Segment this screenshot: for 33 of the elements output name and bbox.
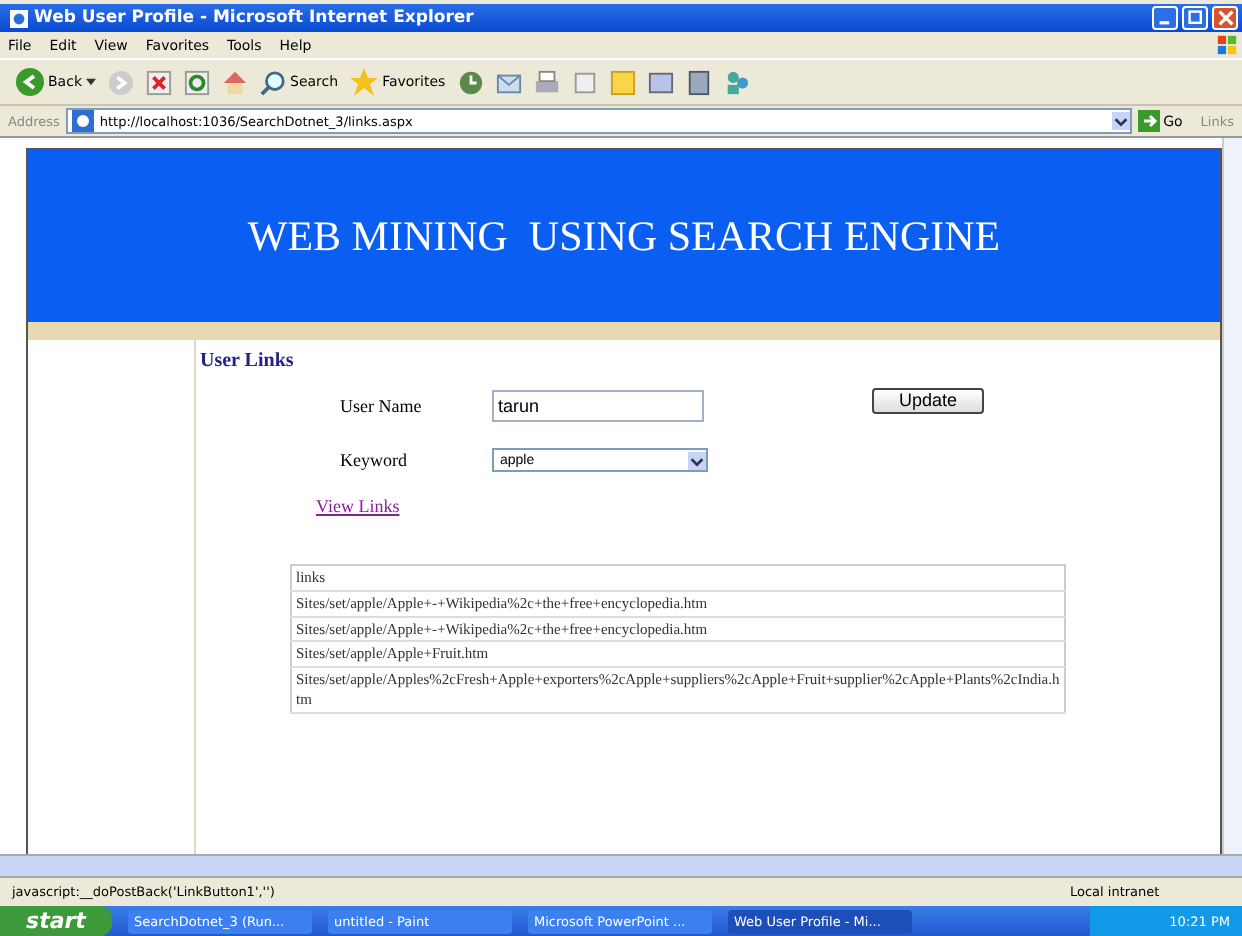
field-label: Keyword [340,450,409,470]
home-icon[interactable] [222,69,248,95]
page-icon [71,110,94,132]
refresh-icon[interactable] [184,69,210,95]
close-icon [1217,10,1233,26]
window-title: Web User Profile - Microsoft Internet Explorer [34,8,474,28]
stop-icon[interactable] [146,69,172,95]
update-button[interactable]: Update [872,387,984,413]
search-icon [260,69,286,95]
star-icon [350,68,379,96]
close-button[interactable] [1212,6,1238,30]
maximize-icon [1187,10,1203,26]
go-arrow-icon [1137,110,1160,132]
history-icon[interactable] [457,69,484,95]
dropdown-icon[interactable] [1111,112,1130,130]
note-icon[interactable] [609,69,636,95]
horizontal-scrollbar[interactable] [0,854,1242,876]
minimize-button[interactable] [1152,6,1178,30]
vertical-scrollbar[interactable] [1222,138,1242,854]
print-icon[interactable] [533,69,560,95]
dropdown-icon [688,451,706,469]
banner-title: WEB MINING USING SEARCH ENGINE [247,211,1001,261]
caret-icon[interactable] [86,78,96,86]
user-name-field[interactable]: tarun [492,390,704,422]
mail-icon[interactable] [495,69,522,95]
view-links-link[interactable]: View Links [316,496,400,516]
section-heading: User Links [200,350,296,372]
maximize-button[interactable] [1182,6,1208,30]
field-label: User Name [340,396,424,416]
browser-icon [10,9,28,27]
windows-logo-icon [1216,34,1238,56]
start-button[interactable]: start [0,906,112,936]
people-icon[interactable] [723,69,750,95]
